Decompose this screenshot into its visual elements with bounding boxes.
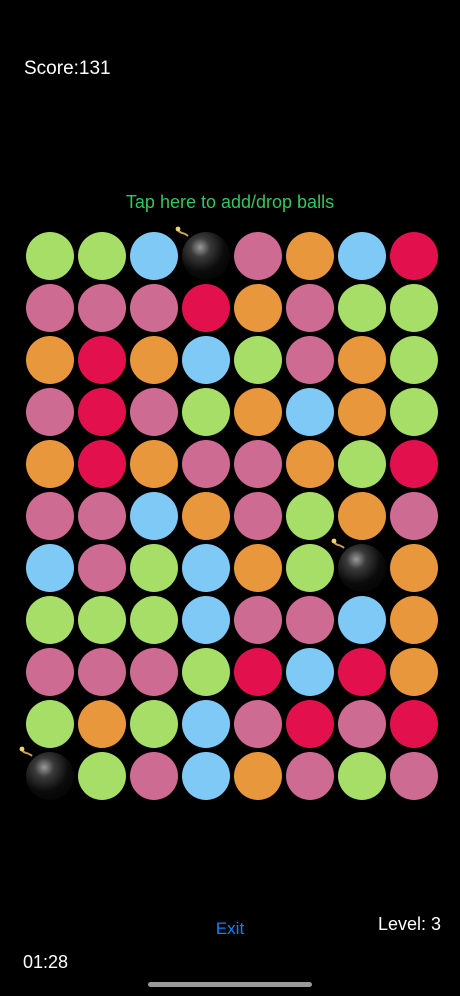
ball[interactable] xyxy=(286,284,334,332)
add-drop-balls-button[interactable]: Tap here to add/drop balls xyxy=(0,192,460,213)
ball[interactable] xyxy=(286,492,334,540)
ball[interactable] xyxy=(182,284,230,332)
ball[interactable] xyxy=(130,232,178,280)
ball[interactable] xyxy=(390,336,438,384)
ball[interactable] xyxy=(130,284,178,332)
ball[interactable] xyxy=(234,440,282,488)
ball[interactable] xyxy=(182,596,230,644)
ball[interactable] xyxy=(338,648,386,696)
home-indicator[interactable] xyxy=(148,982,312,987)
ball[interactable] xyxy=(78,336,126,384)
ball[interactable] xyxy=(390,388,438,436)
ball[interactable] xyxy=(338,440,386,488)
ball[interactable] xyxy=(26,492,74,540)
ball[interactable] xyxy=(234,596,282,644)
ball[interactable] xyxy=(26,388,74,436)
ball[interactable] xyxy=(78,232,126,280)
ball[interactable] xyxy=(286,648,334,696)
ball[interactable] xyxy=(130,544,178,592)
ball[interactable] xyxy=(390,700,438,748)
score-label: Score:131 xyxy=(24,58,111,79)
ball[interactable] xyxy=(182,440,230,488)
ball[interactable] xyxy=(182,388,230,436)
ball[interactable] xyxy=(286,752,334,800)
level-label: Level: 3 xyxy=(377,914,441,934)
ball[interactable] xyxy=(390,232,438,280)
ball[interactable] xyxy=(130,388,178,436)
ball[interactable] xyxy=(286,596,334,644)
ball[interactable] xyxy=(338,232,386,280)
ball[interactable] xyxy=(78,700,126,748)
ball[interactable] xyxy=(234,232,282,280)
ball[interactable] xyxy=(234,388,282,436)
ball[interactable] xyxy=(130,648,178,696)
ball[interactable] xyxy=(26,284,74,332)
ball[interactable] xyxy=(234,648,282,696)
bomb-icon[interactable] xyxy=(175,226,230,280)
ball[interactable] xyxy=(390,648,438,696)
ball[interactable] xyxy=(130,752,178,800)
ball[interactable] xyxy=(78,492,126,540)
ball[interactable] xyxy=(390,596,438,644)
ball[interactable] xyxy=(286,440,334,488)
ball[interactable] xyxy=(182,648,230,696)
ball[interactable] xyxy=(182,336,230,384)
ball-grid[interactable] xyxy=(19,226,442,804)
ball[interactable] xyxy=(78,596,126,644)
timer-label: 01:28 xyxy=(23,952,69,972)
ball[interactable] xyxy=(130,440,178,488)
ball[interactable] xyxy=(234,284,282,332)
ball[interactable] xyxy=(338,752,386,800)
ball[interactable] xyxy=(26,596,74,644)
ball[interactable] xyxy=(390,492,438,540)
ball[interactable] xyxy=(338,336,386,384)
bomb-icon[interactable] xyxy=(331,538,386,592)
ball[interactable] xyxy=(130,700,178,748)
ball[interactable] xyxy=(286,388,334,436)
ball[interactable] xyxy=(234,336,282,384)
ball[interactable] xyxy=(390,440,438,488)
bomb-fuse-icon xyxy=(175,226,189,237)
ball[interactable] xyxy=(338,388,386,436)
bomb-icon[interactable] xyxy=(19,746,74,800)
ball[interactable] xyxy=(286,544,334,592)
ball[interactable] xyxy=(286,336,334,384)
ball[interactable] xyxy=(26,544,74,592)
ball[interactable] xyxy=(78,440,126,488)
ball[interactable] xyxy=(286,700,334,748)
ball[interactable] xyxy=(130,336,178,384)
ball[interactable] xyxy=(78,752,126,800)
ball[interactable] xyxy=(234,700,282,748)
ball[interactable] xyxy=(26,336,74,384)
ball[interactable] xyxy=(234,492,282,540)
ball[interactable] xyxy=(26,700,74,748)
ball[interactable] xyxy=(390,544,438,592)
ball[interactable] xyxy=(182,700,230,748)
ball[interactable] xyxy=(338,284,386,332)
ball[interactable] xyxy=(286,232,334,280)
ball[interactable] xyxy=(78,648,126,696)
bomb-fuse-icon xyxy=(331,538,345,549)
ball[interactable] xyxy=(130,492,178,540)
ball[interactable] xyxy=(338,700,386,748)
ball[interactable] xyxy=(78,388,126,436)
ball[interactable] xyxy=(390,284,438,332)
ball[interactable] xyxy=(130,596,178,644)
ball[interactable] xyxy=(26,440,74,488)
ball[interactable] xyxy=(390,752,438,800)
ball[interactable] xyxy=(338,492,386,540)
ball[interactable] xyxy=(182,492,230,540)
ball[interactable] xyxy=(78,544,126,592)
ball[interactable] xyxy=(234,544,282,592)
ball[interactable] xyxy=(182,752,230,800)
ball[interactable] xyxy=(338,596,386,644)
bomb-fuse-icon xyxy=(19,746,33,757)
ball[interactable] xyxy=(234,752,282,800)
ball[interactable] xyxy=(26,648,74,696)
ball[interactable] xyxy=(182,544,230,592)
ball[interactable] xyxy=(78,284,126,332)
ball[interactable] xyxy=(26,232,74,280)
